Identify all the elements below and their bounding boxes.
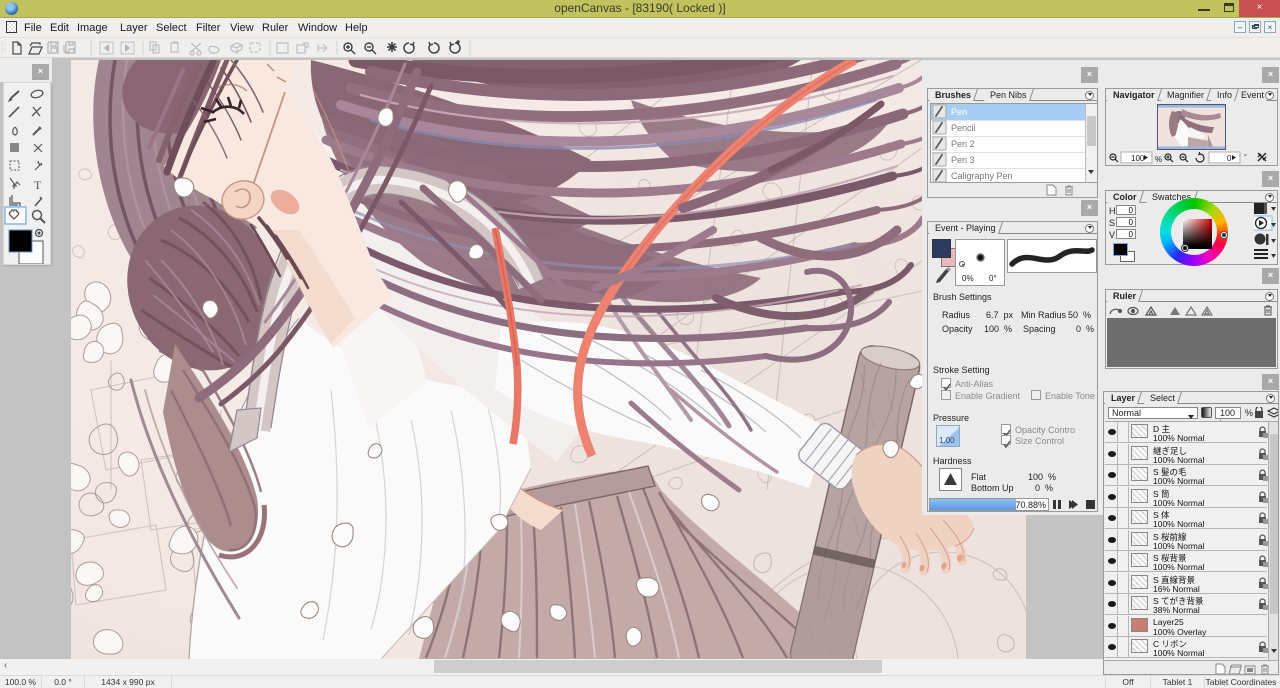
svg-text:T: T [34,178,42,192]
svg-text:100: 100 [1131,154,1145,163]
svg-text:0: 0 [1227,154,1232,163]
svg-text:%: % [1155,155,1162,164]
svg-text:°: ° [1244,153,1247,161]
